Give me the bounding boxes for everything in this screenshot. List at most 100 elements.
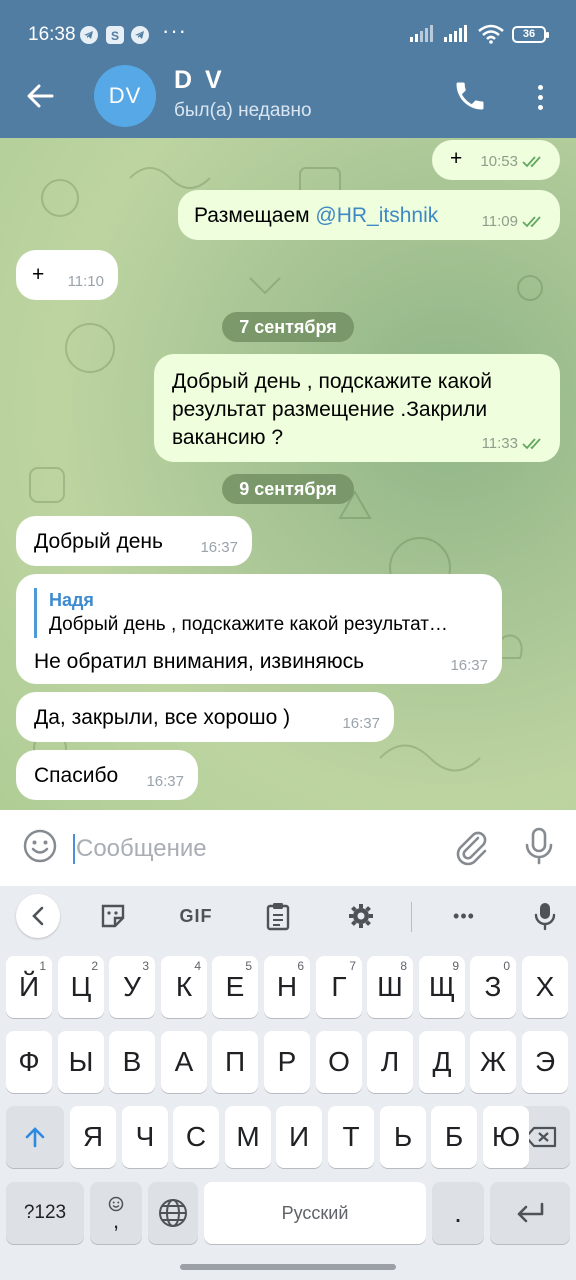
letter-key[interactable]: Д	[419, 1031, 465, 1093]
key-label: Ц	[70, 971, 92, 1002]
letter-key[interactable]: Ц2	[58, 956, 104, 1018]
message-bubble-outgoing[interactable]: + 10:53	[432, 140, 560, 180]
key-hint-digit: 4	[194, 959, 201, 973]
message-time: 16:37	[342, 715, 380, 732]
status-time: 16:38	[28, 24, 76, 45]
chevron-left-icon	[32, 906, 44, 926]
letter-key[interactable]: Г7	[316, 956, 362, 1018]
message-time: 16:37	[200, 539, 238, 556]
letter-key[interactable]: Ш8	[367, 956, 413, 1018]
microphone-icon	[534, 903, 556, 931]
letter-key[interactable]: Ч	[122, 1106, 168, 1168]
letter-key[interactable]: У3	[109, 956, 155, 1018]
letter-key[interactable]: В	[109, 1031, 155, 1093]
letter-key[interactable]: И	[276, 1106, 322, 1168]
globe-icon	[159, 1199, 187, 1227]
reply-quote[interactable]: Надя Добрый день , подскажите какой резу…	[34, 588, 490, 638]
more-menu-button[interactable]	[526, 80, 554, 114]
enter-key[interactable]	[490, 1182, 570, 1244]
letter-key[interactable]: Л	[367, 1031, 413, 1093]
letter-key[interactable]: Ю	[483, 1106, 529, 1168]
message-bubble-incoming[interactable]: Спасибо 16:37	[16, 750, 198, 800]
contact-name[interactable]: D V	[174, 66, 225, 95]
sticker-button[interactable]	[96, 894, 130, 938]
message-bubble-outgoing[interactable]: Добрый день , подскажите какой результат…	[154, 354, 560, 462]
message-text-line: вакансию ?	[172, 426, 284, 449]
dot-icon	[537, 84, 543, 90]
letter-key[interactable]: К4	[161, 956, 207, 1018]
letter-key[interactable]: Я	[70, 1106, 116, 1168]
clipboard-button[interactable]	[262, 894, 294, 938]
message-bubble-outgoing[interactable]: Размещаем @HR_itshnik 11:09	[178, 190, 560, 240]
letter-key[interactable]: Х	[522, 956, 568, 1018]
voice-input-button[interactable]	[530, 894, 560, 938]
telegram-icon	[80, 26, 98, 44]
keyboard-settings-button[interactable]	[344, 894, 378, 938]
letter-key[interactable]: Ы	[58, 1031, 104, 1093]
signal-icon	[410, 25, 433, 42]
signal-icon	[444, 25, 467, 42]
key-label: Ь	[393, 1121, 413, 1152]
message-input[interactable]	[76, 829, 406, 869]
key-label: Ж	[480, 1046, 506, 1077]
key-label: Д	[432, 1046, 452, 1077]
gif-button[interactable]: GIF	[176, 894, 216, 938]
emoji-comma-key[interactable]: ,	[90, 1182, 142, 1244]
letter-key[interactable]: С	[173, 1106, 219, 1168]
system-indicators: 36	[410, 24, 549, 44]
voice-record-button[interactable]	[522, 826, 556, 866]
key-label: Р	[277, 1046, 297, 1077]
mention-link[interactable]: @HR_itshnik	[315, 204, 438, 227]
dot-icon	[537, 94, 543, 100]
double-check-icon	[522, 216, 541, 228]
call-button[interactable]	[452, 78, 490, 116]
attach-button[interactable]	[452, 826, 490, 866]
text-cursor	[73, 834, 75, 864]
symbols-key[interactable]: ?123	[6, 1182, 84, 1244]
avatar[interactable]: DV	[94, 65, 156, 127]
emoji-button[interactable]	[22, 828, 58, 864]
letter-key[interactable]: З0	[470, 956, 516, 1018]
letter-key[interactable]: Н6	[264, 956, 310, 1018]
key-label: У	[123, 971, 141, 1002]
key-label: Г	[331, 971, 347, 1002]
letter-key[interactable]: Б	[431, 1106, 477, 1168]
letter-key[interactable]: О	[316, 1031, 362, 1093]
period-key[interactable]: .	[432, 1182, 484, 1244]
letter-key[interactable]: П	[212, 1031, 258, 1093]
message-bubble-incoming[interactable]: Добрый день 16:37	[16, 516, 252, 566]
letter-key[interactable]: Т	[328, 1106, 374, 1168]
language-key[interactable]	[148, 1182, 198, 1244]
date-separator: 7 сентября	[222, 312, 354, 342]
shift-key[interactable]	[6, 1106, 64, 1168]
key-label: О	[328, 1046, 350, 1077]
keyboard-collapse-button[interactable]	[16, 894, 60, 938]
space-key[interactable]: Русский	[204, 1182, 426, 1244]
message-text-line: Добрый день , подскажите какой	[172, 370, 492, 393]
back-button[interactable]	[20, 78, 60, 114]
message-bubble-incoming[interactable]: Да, закрыли, все хорошо ) 16:37	[16, 692, 394, 742]
letter-key[interactable]: Ь	[380, 1106, 426, 1168]
message-bubble-incoming[interactable]: Надя Добрый день , подскажите какой резу…	[16, 574, 502, 684]
letter-key[interactable]: Ж	[470, 1031, 516, 1093]
message-bubble-incoming[interactable]: + 11:10	[16, 250, 118, 300]
paperclip-icon	[456, 831, 487, 866]
letter-key[interactable]: Й1	[6, 956, 52, 1018]
on-screen-keyboard: GIF ••• ?123 , Русский . Й 1 Ц 2 У 3 К 4…	[0, 886, 576, 1280]
letter-key[interactable]: А	[161, 1031, 207, 1093]
more-options-button[interactable]: •••	[444, 894, 484, 938]
letter-key[interactable]: М	[225, 1106, 271, 1168]
chat-area[interactable]: + 10:53 Размещаем @HR_itshnik 11:09 + 11…	[0, 138, 576, 810]
letter-key[interactable]: Е5	[212, 956, 258, 1018]
letter-key[interactable]: Щ9	[419, 956, 465, 1018]
key-hint-digit: 3	[142, 959, 149, 973]
gear-icon	[349, 904, 373, 928]
gesture-navigation-bar[interactable]	[180, 1264, 396, 1270]
letter-key[interactable]: Э	[522, 1031, 568, 1093]
key-label: Х	[535, 971, 555, 1002]
key-label: А	[174, 1046, 194, 1077]
key-label: Ю	[491, 1121, 521, 1152]
keyboard-toolbar: GIF •••	[0, 886, 576, 946]
letter-key[interactable]: Ф	[6, 1031, 52, 1093]
letter-key[interactable]: Р	[264, 1031, 310, 1093]
